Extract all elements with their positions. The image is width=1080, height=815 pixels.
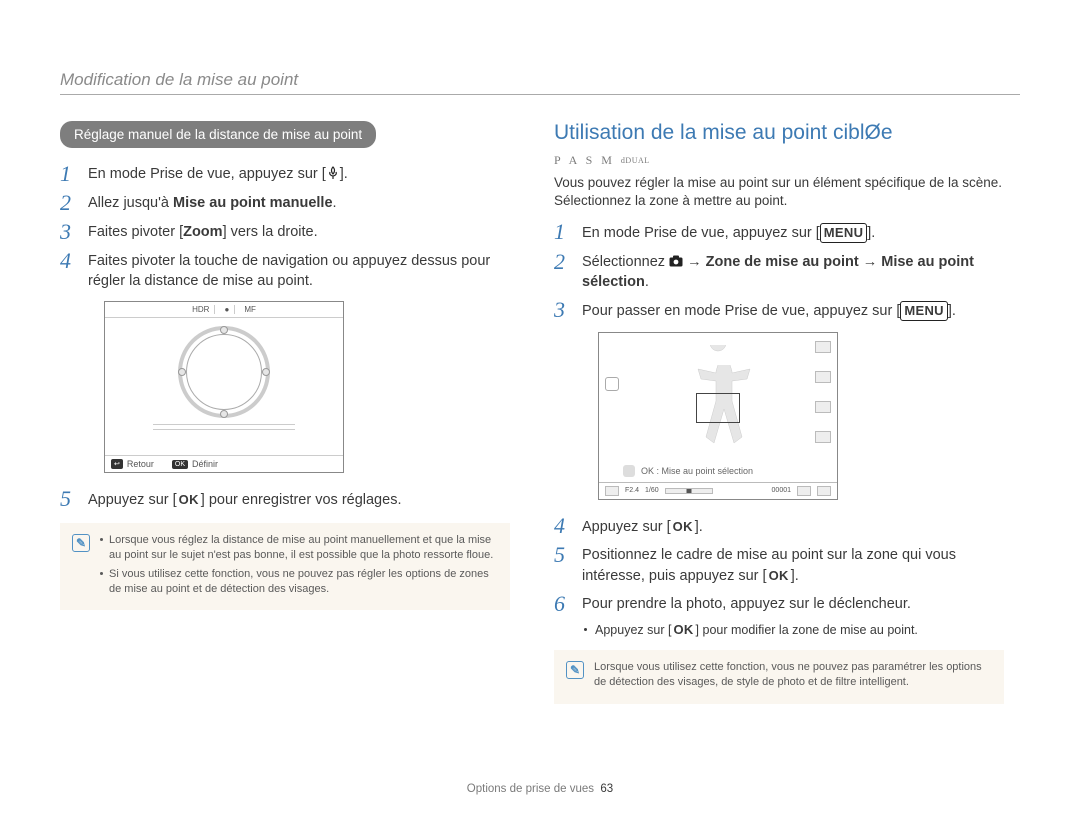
step-5: 5 Positionnez le cadre de mise au point … <box>554 543 1004 586</box>
section-title: Utilisation de la mise au point ciblØe <box>554 121 1004 145</box>
step-number: 2 <box>554 250 572 292</box>
step-number: 3 <box>554 298 572 322</box>
step-1: 1 En mode Prise de vue, appuyez sur []. <box>60 162 510 185</box>
step-1: 1 En mode Prise de vue, appuyez sur [MEN… <box>554 220 1004 244</box>
intro-text: Vous pouvez régler la mise au point sur … <box>554 174 1004 210</box>
step-number: 4 <box>554 514 572 538</box>
illustration-focus-ring: HDR ● MF ↩Retour OKDéfinir <box>104 301 344 473</box>
page-footer: Options de prise de vues 63 <box>0 783 1080 795</box>
step-number: 2 <box>60 191 78 214</box>
left-column: Réglage manuel de la distance de mise au… <box>60 121 510 704</box>
overlay-icon <box>605 377 619 391</box>
right-overlay-icons <box>815 341 831 443</box>
note-icon: ✎ <box>72 534 90 552</box>
step-number: 5 <box>60 487 78 511</box>
step-number: 6 <box>554 592 572 615</box>
mode-list: P A S M dDUAL <box>554 153 1004 168</box>
ok-button-label: OK <box>177 490 201 510</box>
illustration-focus-selection: OK : Mise au point sélection F2.4 1/60 0… <box>598 332 838 500</box>
note-icon: ✎ <box>566 661 584 679</box>
sd-card-icon <box>797 486 811 496</box>
breadcrumb: Modification de la mise au point <box>60 70 1020 90</box>
ev-scale-icon <box>665 488 713 494</box>
step-number: 1 <box>60 162 78 185</box>
step-2: 2 Allez jusqu'à Mise au point manuelle. <box>60 191 510 214</box>
note-box: ✎ Lorsque vous réglez la distance de mis… <box>60 523 510 610</box>
step-2: 2 Sélectionnez → Zone de mise au point →… <box>554 250 1004 292</box>
step-number: 1 <box>554 220 572 244</box>
note-box: ✎ Lorsque vous utilisez cette fonction, … <box>554 650 1004 704</box>
menu-button-label: MENU <box>900 301 947 321</box>
battery-icon <box>817 486 831 496</box>
step-number: 5 <box>554 543 572 586</box>
step-3: 3 Pour passer en mode Prise de vue, appu… <box>554 298 1004 322</box>
step-3: 3 Faites pivoter [Zoom] vers la droite. <box>60 220 510 243</box>
menu-button-label: MENU <box>820 223 867 243</box>
ok-button-label: OK <box>671 621 695 638</box>
step-5: 5 Appuyez sur [OK] pour enregistrer vos … <box>60 487 510 511</box>
subsection-pill: Réglage manuel de la distance de mise au… <box>60 121 376 148</box>
ok-button-label: OK <box>767 566 791 586</box>
hand-icon <box>623 465 635 477</box>
sub-bullet: Appuyez sur [OK] pour modifier la zone d… <box>584 621 1004 638</box>
step-4: 4 Appuyez sur [OK]. <box>554 514 1004 538</box>
step-4: 4 Faites pivoter la touche de navigation… <box>60 249 510 291</box>
macro-icon <box>326 166 340 180</box>
ok-button-label: OK <box>671 517 695 537</box>
camera-icon <box>669 255 683 267</box>
step-number: 4 <box>60 249 78 291</box>
focus-frame-icon <box>696 393 740 423</box>
navigation-ring-icon <box>178 326 270 418</box>
step-6: 6 Pour prendre la photo, appuyez sur le … <box>554 592 1004 615</box>
divider <box>60 94 1020 95</box>
step-number: 3 <box>60 220 78 243</box>
camera-mode-icon <box>605 486 619 496</box>
right-column: Utilisation de la mise au point ciblØe P… <box>554 121 1004 704</box>
